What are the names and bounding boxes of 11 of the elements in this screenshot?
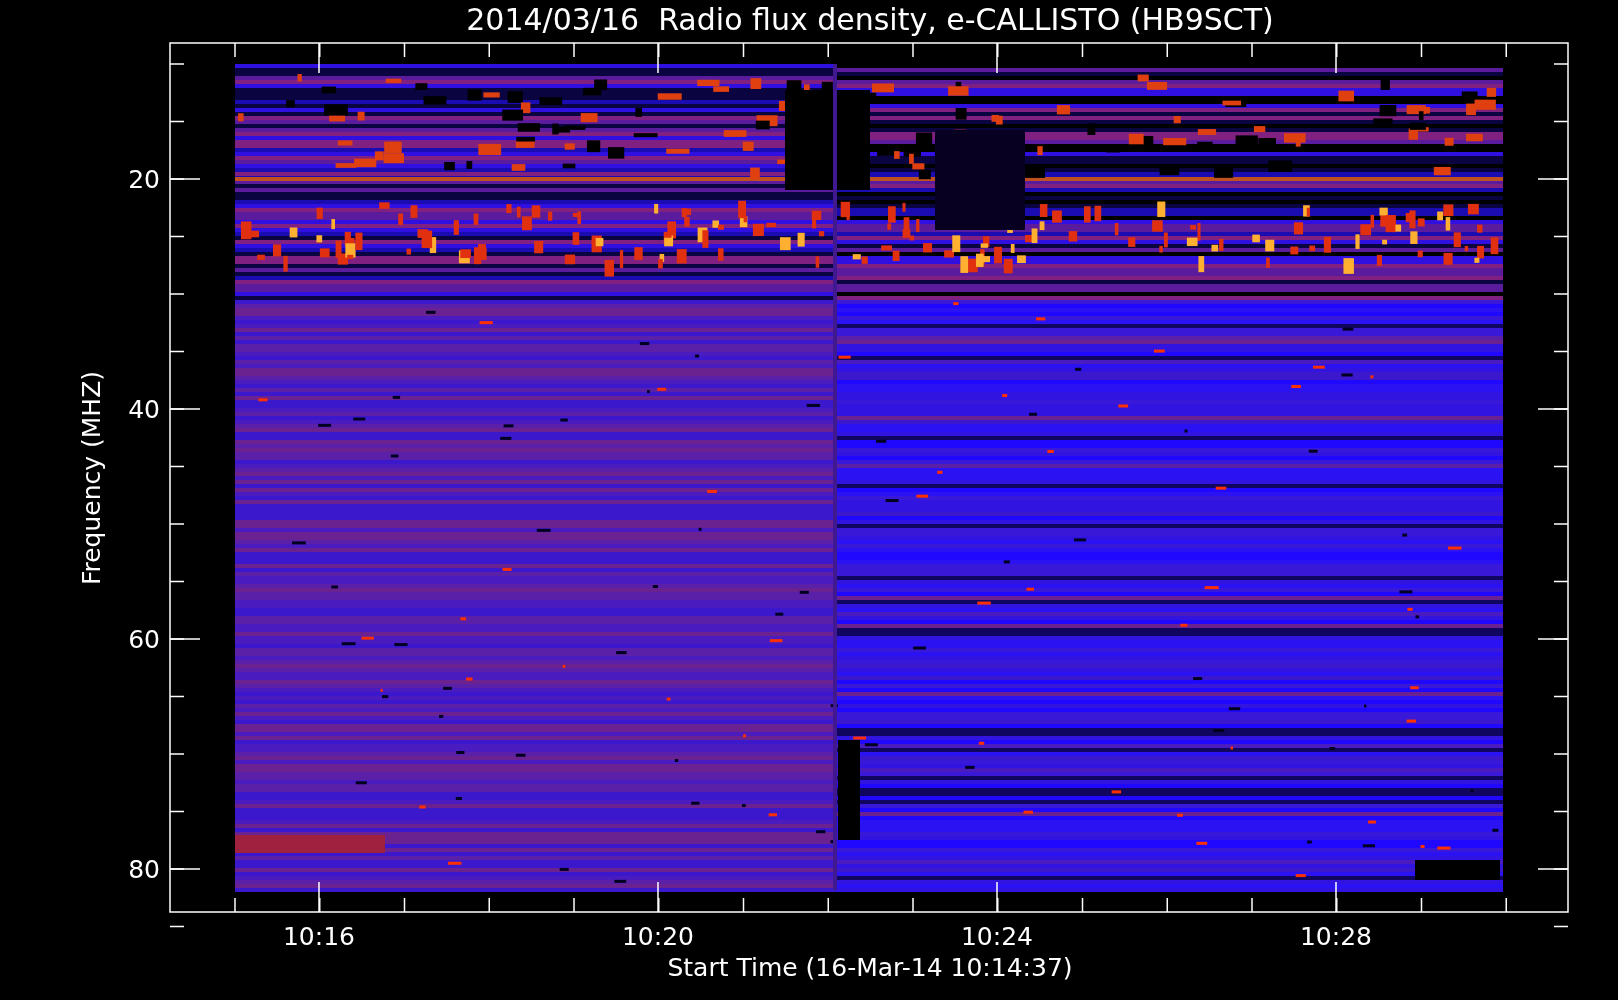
tick-label: 80	[128, 855, 160, 884]
axis-title: Frequency (MHZ)	[77, 370, 106, 586]
tick-label: 10:28	[1300, 922, 1372, 951]
tick-label: 20	[128, 165, 160, 194]
tick-label: 10:24	[961, 922, 1033, 951]
tick-label: 60	[128, 625, 160, 654]
tick-label: 40	[128, 395, 160, 424]
tick-label: 10:20	[622, 922, 694, 951]
axis-title: Start Time (16-Mar-14 10:14:37)	[667, 953, 1073, 982]
chart-title: 2014/03/16 Radio flux density, e-CALLISTO (HB9SCT)	[466, 2, 1274, 37]
tick-label: 10:16	[283, 922, 355, 951]
